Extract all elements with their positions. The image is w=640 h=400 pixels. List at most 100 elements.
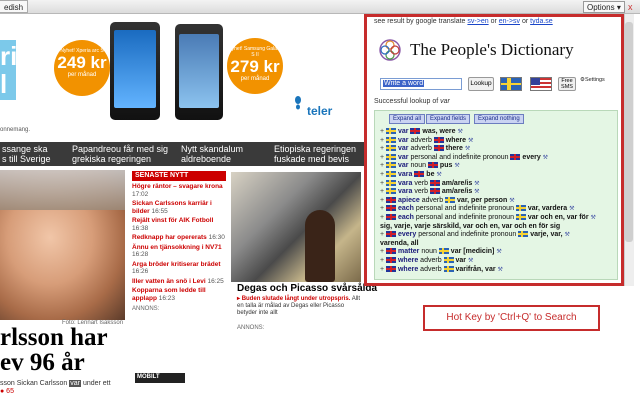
input-value: Write a word: [383, 80, 425, 87]
news-item[interactable]: Sickan Carlssons karriär i bilder 16:55: [132, 200, 226, 215]
english-flag-icon: [386, 196, 397, 203]
expand-nothing-button[interactable]: Expand nothing: [474, 114, 524, 124]
news-item[interactable]: Arga bröder kritiserar brädet 16:26: [132, 261, 226, 276]
news-item[interactable]: Iller vatten än snö i Levi 16:25: [132, 278, 226, 286]
article-headline[interactable]: rlsson har ev 96 år: [0, 325, 108, 375]
bullet-icon: ▸: [237, 296, 241, 302]
news-item[interactable]: Redknapp har opererats 16:30: [132, 234, 226, 242]
highlighted-word[interactable]: var: [69, 380, 81, 387]
headline-link[interactable]: Nytt skandalum aldreboende: [181, 144, 267, 166]
tools-icon[interactable]: ⚒: [564, 232, 569, 238]
tools-icon[interactable]: ⚒: [591, 215, 596, 221]
result-row[interactable]: + var noun pus ⚒: [380, 162, 460, 170]
ad-label: ANNONS:: [132, 306, 160, 312]
painting-photo[interactable]: [231, 172, 361, 282]
swedish-flag-icon: [386, 171, 397, 177]
offer-text: Nyhet! Samsung Galaxy S II: [228, 46, 282, 58]
headline-link[interactable]: Etiopiska regeringen fuskade med bevis: [274, 144, 364, 166]
news-item[interactable]: Rejält vinst för AIK Fotboll 16:38: [132, 217, 226, 232]
tools-icon[interactable]: ⚒: [436, 172, 441, 178]
swedish-flag-icon: [518, 231, 529, 238]
result-row[interactable]: + vara verb am/are/is ⚒: [380, 188, 480, 196]
popup-scrollbar-thumb[interactable]: [625, 22, 633, 242]
language-button[interactable]: edish: [0, 0, 29, 13]
swedish-flag-icon: [438, 248, 449, 255]
result-row[interactable]: + each personal and indefinite pronoun v…: [380, 214, 596, 222]
tools-icon[interactable]: ⚒: [569, 206, 574, 212]
article-lede: sson Sickan Carlsson var under ett ● 65: [0, 380, 111, 395]
result-row[interactable]: + var was, were ⚒: [380, 128, 463, 136]
tools-icon[interactable]: ⚒: [543, 155, 548, 161]
result-row[interactable]: + vara verb am/are/is ⚒: [380, 179, 480, 188]
phone-image: [110, 22, 160, 120]
swedish-flag-icon: [443, 265, 454, 272]
english-flag-icon: [386, 205, 397, 212]
link-en-sv[interactable]: en->sv: [499, 18, 520, 25]
swedish-flag-icon[interactable]: [500, 77, 522, 91]
news-item[interactable]: Högre räntor – svagare krona 17:02: [132, 183, 226, 198]
brand-name: teler: [307, 104, 333, 118]
result-row[interactable]: sig, varje, varje särskild, var och en, …: [380, 223, 560, 231]
english-flag-icon: [433, 145, 444, 152]
result-row[interactable]: + each personal and indefinite pronoun v…: [380, 205, 575, 213]
article-photo-hair: [0, 170, 125, 210]
tools-icon[interactable]: ⚒: [474, 181, 479, 187]
result-row[interactable]: + matter noun var [medicin] ⚒: [380, 248, 502, 256]
result-row[interactable]: + var adverb there ⚒: [380, 145, 470, 153]
swedish-flag-icon: [386, 136, 397, 143]
tools-icon[interactable]: ⚒: [468, 138, 473, 144]
us-flag-icon[interactable]: [530, 77, 552, 91]
tools-icon[interactable]: ⚒: [509, 198, 514, 204]
expand-all-button[interactable]: Expand all: [389, 114, 426, 124]
mobile-section-label[interactable]: MOBILT: [135, 373, 185, 383]
news-item[interactable]: Ännu en tjänsokkning i NV71 16:28: [132, 244, 226, 259]
options-label: Options: [587, 3, 615, 12]
tools-icon[interactable]: ⚒: [468, 258, 473, 264]
latest-news-header: SENASTE NYTT: [132, 171, 226, 181]
result-row[interactable]: + every personal and indefinite pronoun …: [380, 231, 570, 239]
news-item[interactable]: Kopparna som ledde till applapp 16:23: [132, 287, 226, 302]
close-icon[interactable]: x: [628, 1, 633, 13]
painting-summary: ▸ Buden slutade långt under utropspris. …: [237, 296, 365, 332]
tools-icon[interactable]: ⚒: [465, 146, 470, 152]
tools-icon[interactable]: ⚒: [457, 129, 462, 135]
swedish-flag-icon: [386, 162, 397, 169]
english-flag-icon: [386, 248, 397, 255]
lookup-button[interactable]: Lookup: [468, 77, 494, 91]
result-row[interactable]: + var personal and indefinite pronoun ev…: [380, 153, 548, 162]
latest-news-column: SENASTE NYTT Högre räntor – svagare kron…: [132, 171, 226, 312]
telenor-logo-icon: [293, 96, 303, 110]
link-tyda[interactable]: tyda.se: [530, 18, 553, 25]
tools-icon[interactable]: ⚒: [498, 267, 503, 273]
price-text: 279 kr: [230, 57, 280, 76]
translate-links: see result by google translate sv->en or…: [374, 18, 553, 25]
price-bubble: Nyhet! Xperia arc S 249 kr per månad: [54, 40, 110, 96]
swedish-flag-icon: [515, 214, 526, 220]
result-row[interactable]: + apiece adverb var, per person ⚒: [380, 196, 515, 205]
english-flag-icon: [429, 188, 440, 195]
painting-visitor: [305, 210, 335, 282]
swedish-flag-icon: [386, 188, 397, 195]
painting-headline[interactable]: Degas och Picasso svårsålda: [237, 283, 377, 294]
english-flag-icon: [386, 257, 397, 263]
result-row[interactable]: + where adverb varifrån, var ⚒: [380, 265, 503, 274]
english-flag-icon: [510, 153, 521, 160]
phone-image: [175, 24, 223, 120]
settings-link[interactable]: ⚙Settings: [580, 77, 605, 83]
english-flag-icon: [386, 231, 397, 238]
result-row[interactable]: + var adverb where ⚒: [380, 136, 473, 145]
ad-label: ANNONS:: [237, 325, 265, 331]
tools-icon[interactable]: ⚒: [496, 249, 501, 255]
link-sv-en[interactable]: sv->en: [467, 18, 488, 25]
result-row[interactable]: + vara be ⚒: [380, 171, 442, 179]
result-row[interactable]: varenda, all: [380, 240, 419, 248]
result-row[interactable]: + where adverb var ⚒: [380, 257, 473, 265]
tools-icon[interactable]: ⚒: [454, 163, 459, 169]
word-input[interactable]: Write a word: [380, 78, 462, 90]
tools-icon[interactable]: ⚒: [474, 189, 479, 195]
free-sms-button[interactable]: Free SMS: [558, 77, 576, 91]
headline-link[interactable]: ssange ska s till Sverige: [2, 144, 64, 166]
options-button[interactable]: Options ▾: [583, 1, 625, 13]
expand-fields-button[interactable]: Expand fields: [426, 114, 471, 124]
headline-link[interactable]: Papandreou får med sig grekiska regering…: [72, 144, 172, 166]
